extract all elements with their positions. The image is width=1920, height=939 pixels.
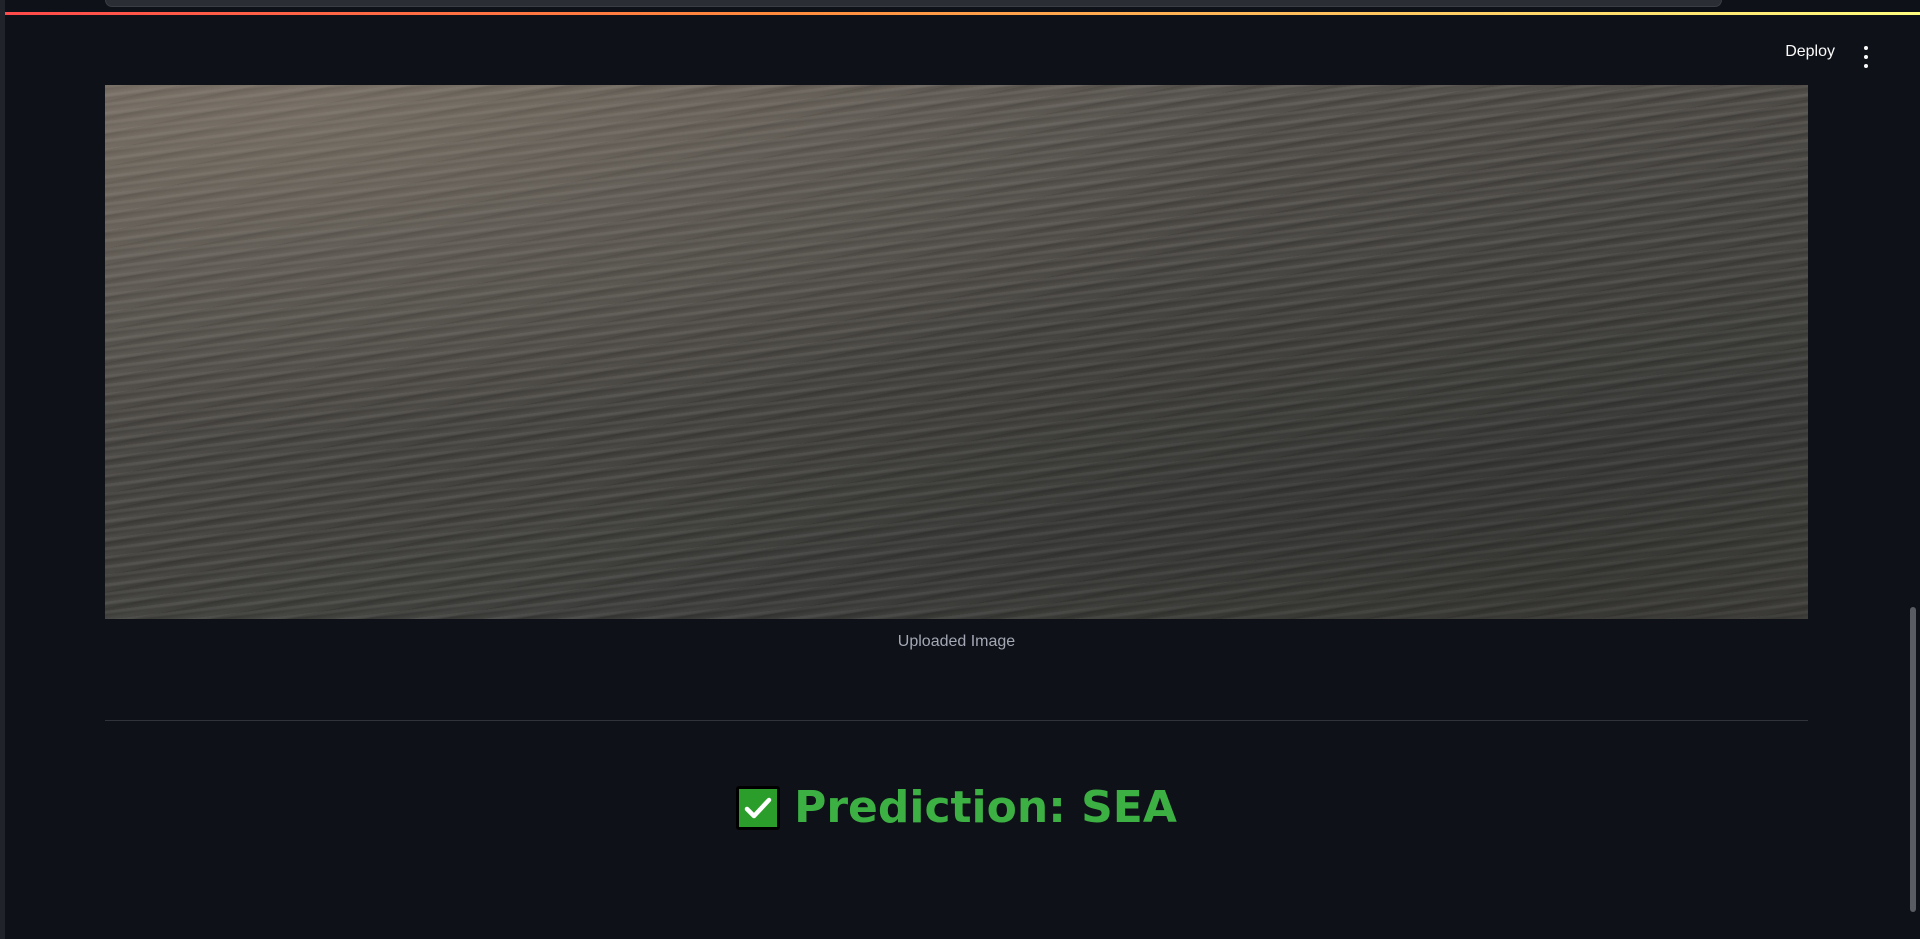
- browser-frame-edge: [105, 0, 1722, 7]
- main-menu-button[interactable]: [1858, 46, 1874, 68]
- divider: [105, 720, 1808, 721]
- deploy-button[interactable]: Deploy: [1785, 43, 1835, 61]
- kebab-menu-icon: [1864, 46, 1868, 50]
- image-shading: [105, 85, 1808, 619]
- image-caption: Uploaded Image: [897, 633, 1016, 650]
- kebab-menu-icon-dot: [1864, 55, 1868, 59]
- uploaded-image: [105, 85, 1808, 619]
- kebab-menu-icon-dot: [1864, 64, 1868, 68]
- check-mark-button-icon: [736, 785, 781, 830]
- prediction-text: Prediction: SEA: [794, 782, 1177, 833]
- prediction-result: Prediction: SEA: [105, 782, 1808, 833]
- app-window: Deploy Uploaded Image Prediction: SEA: [0, 0, 1920, 939]
- window-edge: [0, 0, 5, 939]
- main-content: Uploaded Image Prediction: SEA: [105, 85, 1808, 833]
- app-decoration-bar: [5, 12, 1920, 15]
- vertical-scrollbar[interactable]: [1910, 607, 1916, 912]
